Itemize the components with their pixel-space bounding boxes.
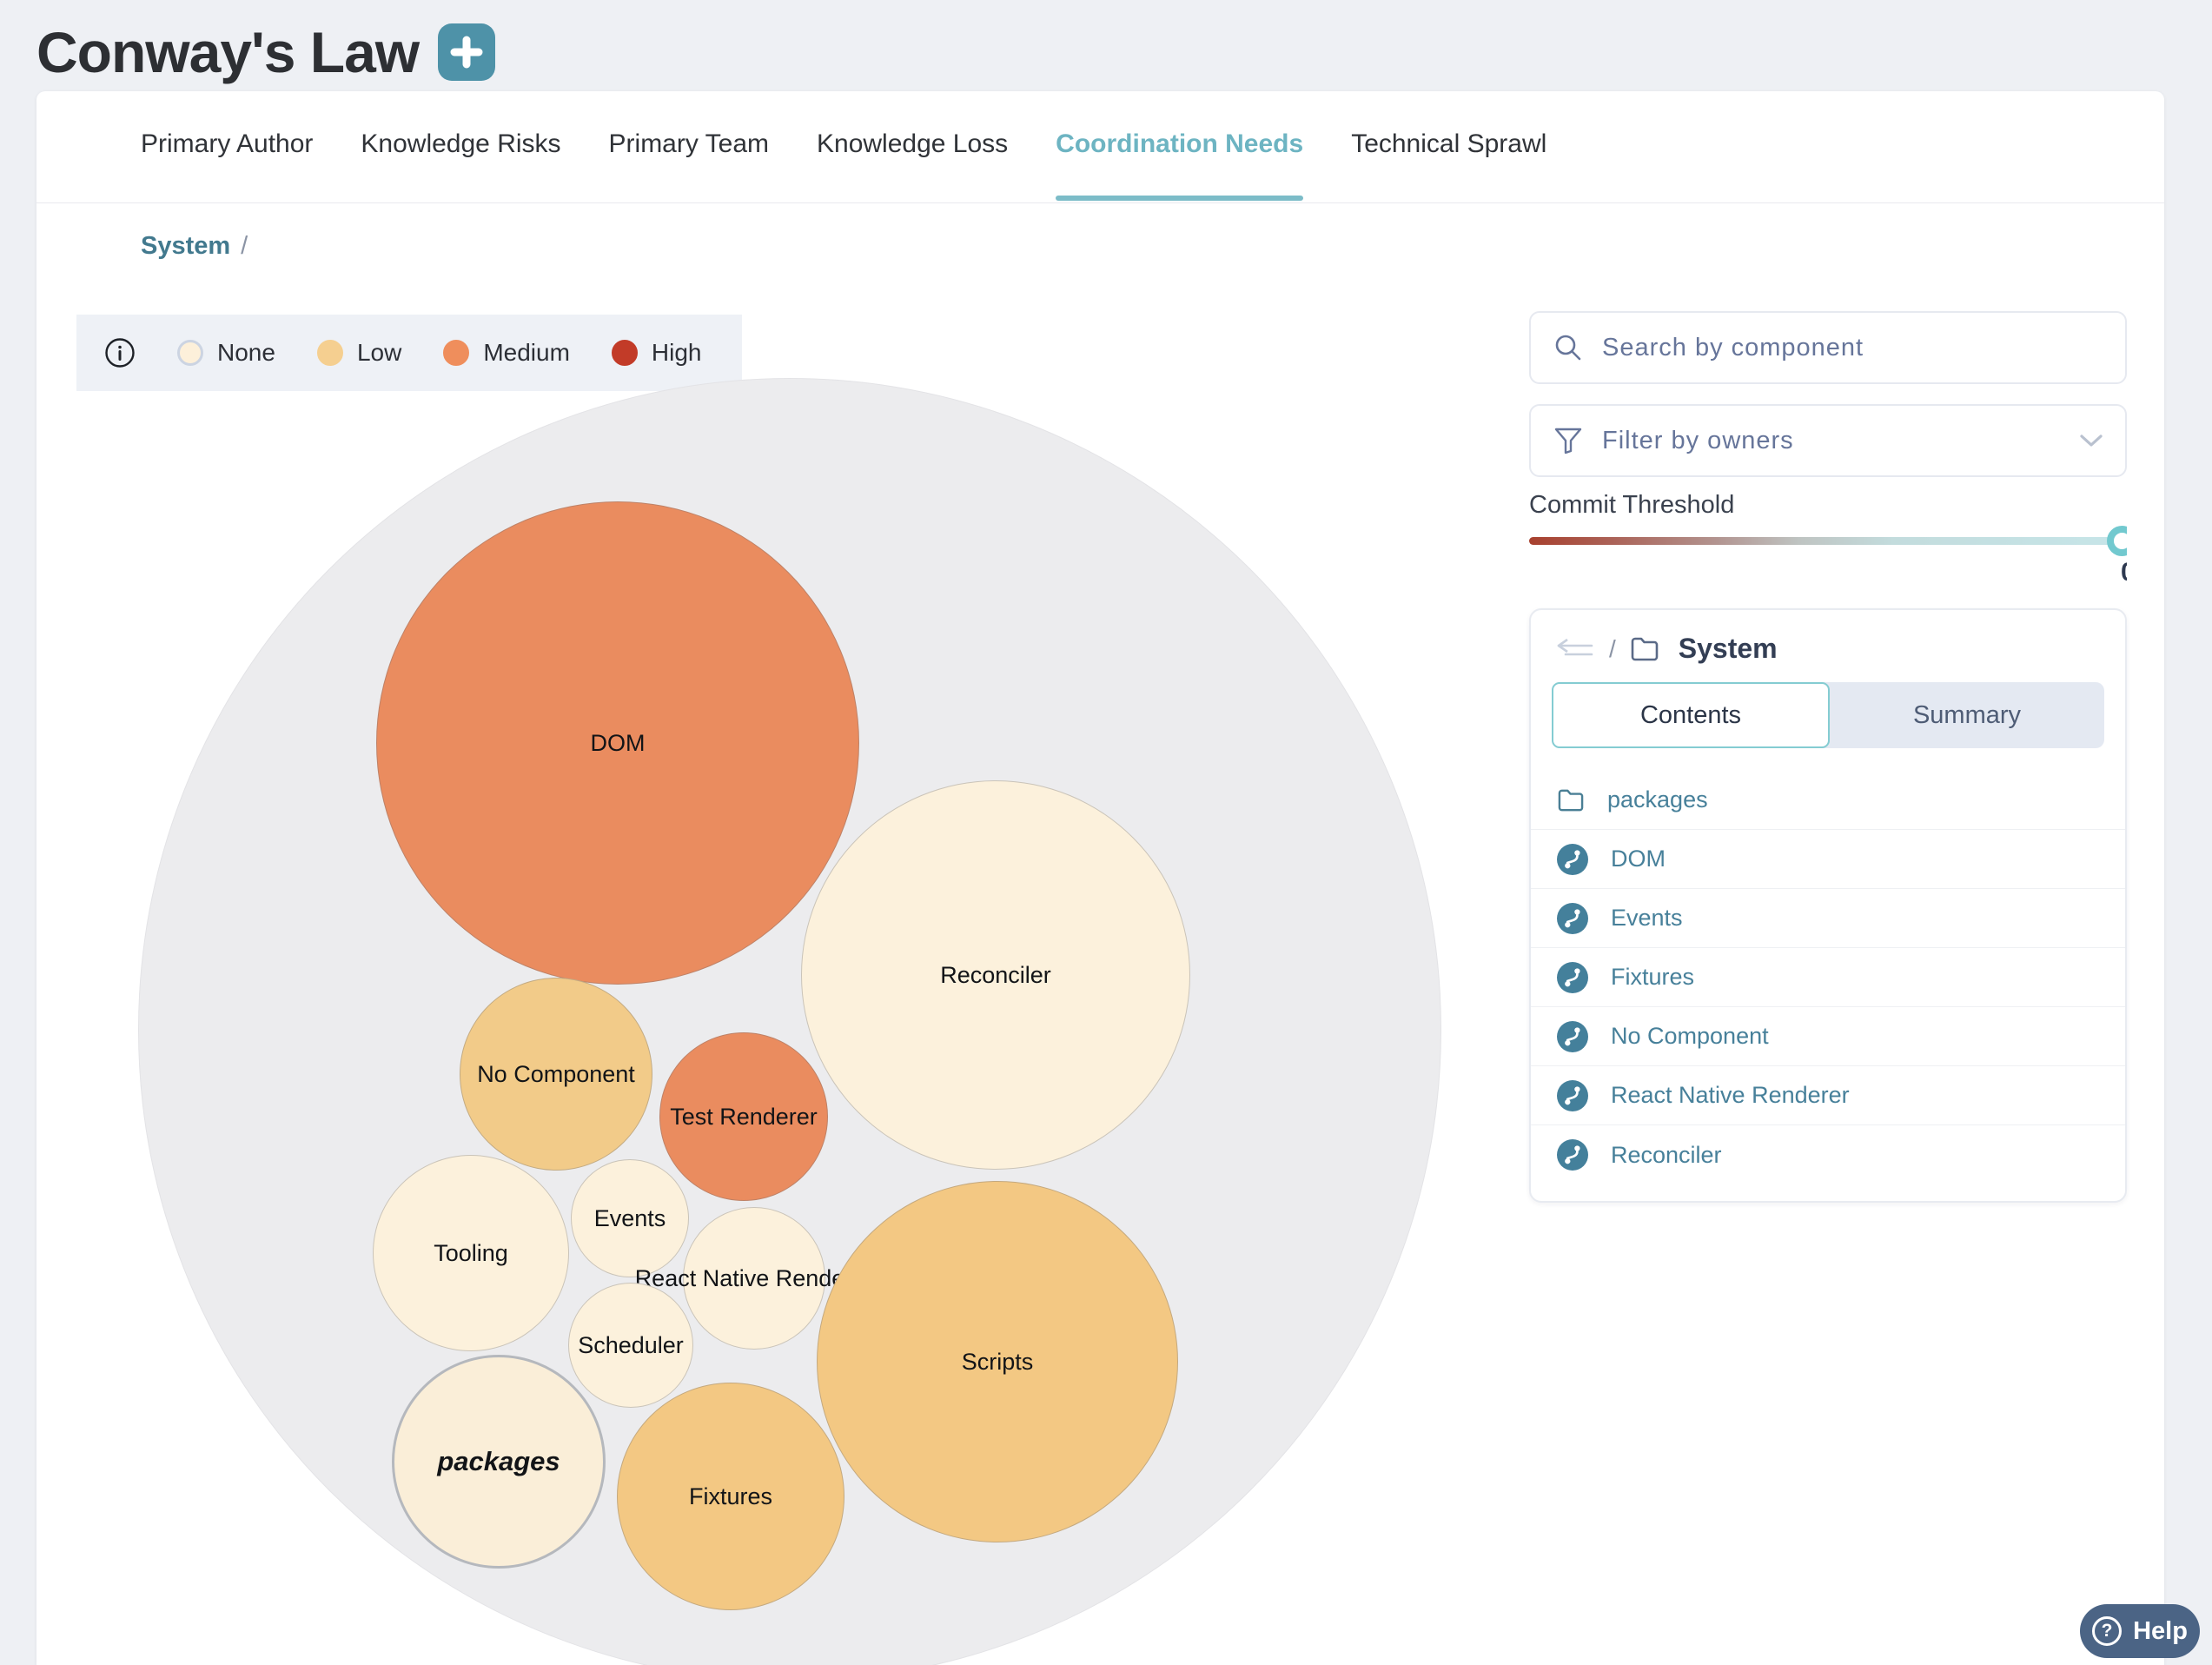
filter-owners-dropdown[interactable]: Filter by owners (1529, 404, 2127, 477)
folder-icon (1557, 788, 1585, 813)
legend-item-none: None (177, 339, 275, 367)
folder-icon (1630, 636, 1659, 662)
panel-title: System (1679, 633, 1778, 665)
system-explorer-panel: / System Contents Summary packages DOM E… (1529, 608, 2127, 1203)
contents-item-events[interactable]: Events (1531, 889, 2125, 948)
tab-primary-author[interactable]: Primary Author (141, 129, 313, 168)
legend-dot-none (177, 340, 203, 366)
filter-funnel-icon (1553, 426, 1583, 455)
contents-item-packages[interactable]: packages (1531, 771, 2125, 830)
component-branch-icon (1557, 1021, 1588, 1052)
app-header: Conway's Law (36, 19, 495, 85)
tab-primary-team[interactable]: Primary Team (609, 129, 769, 168)
legend-dot-low (317, 340, 343, 366)
search-icon (1553, 333, 1583, 362)
plus-icon (450, 36, 483, 69)
contents-item-react-native-renderer[interactable]: React Native Renderer (1531, 1066, 2125, 1125)
main-card: Primary Author Knowledge Risks Primary Tea… (36, 91, 2164, 1665)
contents-item-label: Fixtures (1611, 964, 1694, 991)
commit-threshold-label: Commit Threshold (1529, 491, 1734, 520)
tab-technical-sprawl[interactable]: Technical Sprawl (1351, 129, 1546, 168)
contents-item-fixtures[interactable]: Fixtures (1531, 948, 2125, 1007)
bubble-packages[interactable]: packages (392, 1355, 606, 1569)
panel-breadcrumb-separator: / (1609, 635, 1616, 663)
legend-label: Low (357, 339, 401, 367)
bubble-react-native-renderer[interactable]: React Native Renderer (683, 1207, 825, 1350)
component-branch-icon (1557, 962, 1588, 993)
legend-dot-high (612, 340, 638, 366)
legend-items: None Low Medium High (177, 339, 702, 367)
legend-label: High (652, 339, 702, 367)
breadcrumb: System / (141, 232, 248, 261)
contents-list: packages DOM Events Fixtures No Componen… (1531, 771, 2125, 1184)
contents-item-label: Reconciler (1611, 1142, 1722, 1169)
info-icon[interactable] (104, 337, 136, 368)
breadcrumb-separator: / (241, 232, 248, 261)
bubble-scripts[interactable]: Scripts (817, 1181, 1178, 1542)
search-box[interactable]: Search by component (1529, 311, 2127, 384)
slider-handle[interactable] (2107, 526, 2127, 556)
bubble-events[interactable]: Events (571, 1159, 689, 1277)
legend-item-medium: Medium (443, 339, 570, 367)
commit-threshold-slider: 0 (1529, 521, 2127, 598)
bubble-scheduler[interactable]: Scheduler (568, 1283, 693, 1408)
tab-summary[interactable]: Summary (1830, 682, 2104, 748)
bubble-test-renderer[interactable]: Test Renderer (659, 1032, 828, 1201)
component-branch-icon (1557, 1139, 1588, 1171)
legend-label: Medium (483, 339, 570, 367)
filter-placeholder: Filter by owners (1602, 427, 1794, 455)
component-branch-icon (1557, 903, 1588, 934)
slider-value: 0 (2121, 558, 2127, 587)
help-label: Help (2133, 1617, 2188, 1646)
tab-knowledge-risks[interactable]: Knowledge Risks (361, 129, 560, 168)
contents-item-label: DOM (1611, 846, 1666, 872)
legend-item-high: High (612, 339, 702, 367)
tabs-divider (36, 202, 2164, 203)
tab-contents[interactable]: Contents (1552, 682, 1830, 748)
legend-label: None (217, 339, 275, 367)
help-button[interactable]: ? Help (2080, 1604, 2200, 1658)
component-branch-icon (1557, 844, 1588, 875)
panel-header: / System (1531, 610, 2125, 677)
contents-item-label: No Component (1611, 1023, 1769, 1050)
legend-dot-medium (443, 340, 469, 366)
bubble-reconciler[interactable]: Reconciler (801, 780, 1190, 1170)
contents-item-label: React Native Renderer (1611, 1082, 1850, 1109)
panel-tab-switch: Contents Summary (1552, 682, 2104, 748)
contents-item-label: Events (1611, 905, 1683, 932)
page-title: Conway's Law (36, 19, 419, 85)
search-placeholder: Search by component (1602, 334, 1864, 362)
tab-coordination-needs[interactable]: Coordination Needs (1056, 129, 1303, 168)
bubble-dom[interactable]: DOM (376, 501, 859, 985)
back-arrow-icon[interactable] (1555, 637, 1595, 661)
tab-knowledge-loss[interactable]: Knowledge Loss (817, 129, 1008, 168)
bubble-no-component[interactable]: No Component (460, 978, 652, 1171)
chevron-down-icon (2080, 434, 2103, 448)
tab-bar: Primary Author Knowledge Risks Primary Tea… (141, 129, 1546, 168)
contents-item-reconciler[interactable]: Reconciler (1531, 1125, 2125, 1184)
contents-item-no-component[interactable]: No Component (1531, 1007, 2125, 1066)
slider-track[interactable] (1529, 537, 2116, 545)
contents-item-label: packages (1607, 786, 1708, 813)
component-branch-icon (1557, 1080, 1588, 1111)
contents-item-dom[interactable]: DOM (1531, 830, 2125, 889)
question-icon: ? (2092, 1616, 2122, 1646)
breadcrumb-system[interactable]: System (141, 232, 230, 261)
risk-legend: None Low Medium High (76, 315, 742, 391)
legend-item-low: Low (317, 339, 401, 367)
bubble-tooling[interactable]: Tooling (373, 1155, 569, 1351)
bubble-fixtures[interactable]: Fixtures (617, 1383, 844, 1610)
add-button[interactable] (438, 23, 495, 81)
